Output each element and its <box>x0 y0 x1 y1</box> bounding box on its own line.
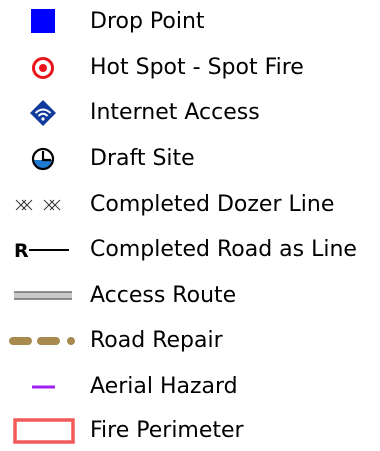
legend-item-access-route: Access Route <box>0 276 380 316</box>
legend-label: Completed Road as Line <box>90 237 357 262</box>
legend-label: Drop Point <box>90 9 205 34</box>
legend-label: Draft Site <box>90 146 195 171</box>
legend-label: Access Route <box>90 283 237 308</box>
legend-label: Internet Access <box>90 100 260 125</box>
legend-label: Aerial Hazard <box>90 374 238 399</box>
fire-perimeter-icon <box>0 411 84 451</box>
legend-item-hot-spot: Hot Spot - Spot Fire <box>0 48 380 88</box>
road-repair-icon <box>0 321 84 361</box>
legend-item-internet-access: Internet Access <box>0 93 380 133</box>
legend-item-draft-site: Draft Site <box>0 139 380 179</box>
access-route-icon <box>0 276 84 316</box>
map-legend: Drop Point Hot Spot - Spot Fire Internet… <box>0 0 380 451</box>
legend-item-completed-road-as-line: R Completed Road as Line <box>0 230 380 270</box>
legend-item-road-repair: Road Repair <box>0 321 380 361</box>
draft-site-circle-icon <box>0 139 84 179</box>
legend-item-drop-point: Drop Point <box>0 2 380 42</box>
legend-label: Hot Spot - Spot Fire <box>90 55 304 80</box>
legend-label: Road Repair <box>90 328 223 353</box>
road-symbol-letter: R <box>14 240 29 262</box>
blue-square-icon <box>0 2 84 42</box>
target-circle-icon <box>0 48 84 88</box>
wifi-diamond-icon <box>0 93 84 133</box>
aerial-hazard-icon <box>0 367 84 407</box>
dozer-line-icon <box>0 185 84 225</box>
legend-label: Fire Perimeter <box>90 418 244 443</box>
legend-label: Completed Dozer Line <box>90 192 335 217</box>
legend-item-aerial-hazard: Aerial Hazard <box>0 367 380 407</box>
legend-item-completed-dozer-line: Completed Dozer Line <box>0 185 380 225</box>
road-line-icon: R <box>0 230 84 270</box>
legend-item-fire-perimeter: Fire Perimeter <box>0 411 380 451</box>
